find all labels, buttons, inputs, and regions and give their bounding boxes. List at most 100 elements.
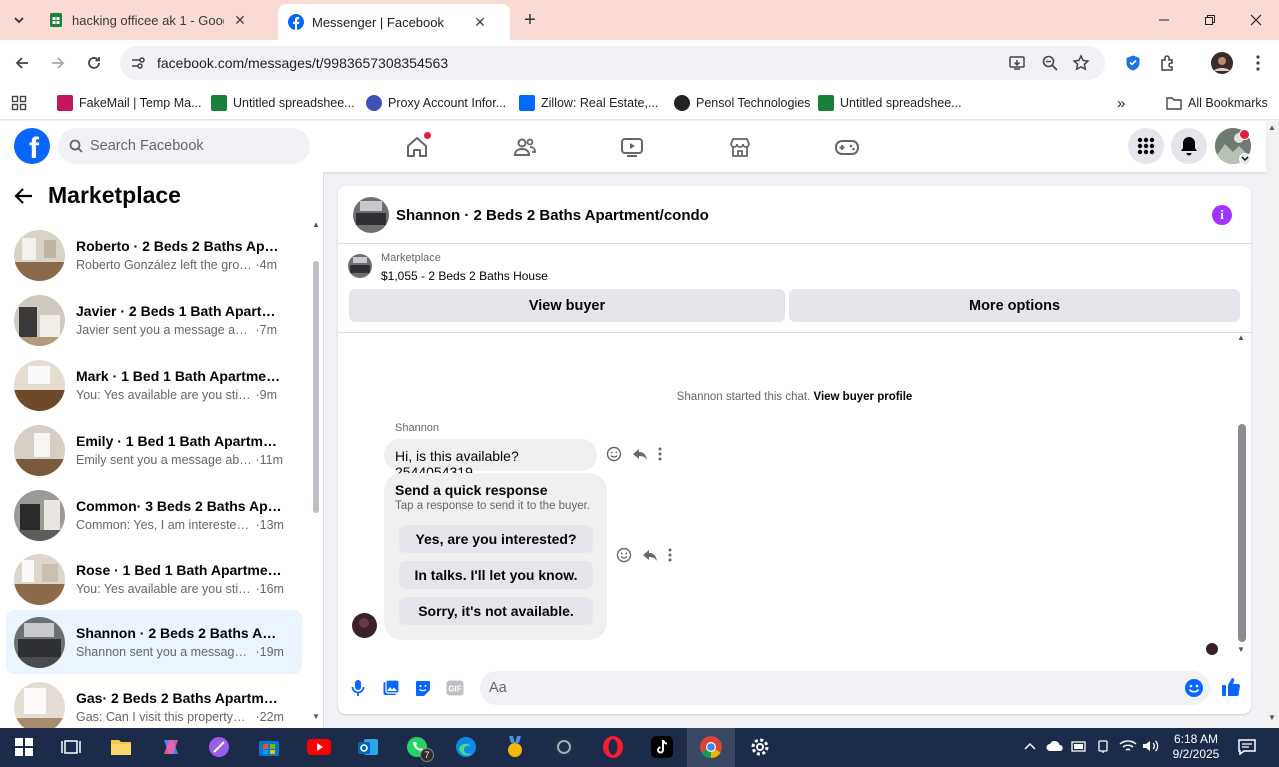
bookmark-pensol[interactable]: Pensol Technologies (674, 93, 810, 113)
all-bookmarks-button[interactable]: All Bookmarks (1166, 93, 1268, 113)
start-button[interactable] (11, 734, 37, 760)
minimize-button[interactable] (1141, 0, 1187, 40)
view-buyer-profile-link[interactable]: View buyer profile (813, 391, 912, 403)
volume-icon[interactable] (1142, 739, 1160, 753)
address-bar[interactable]: facebook.com/messages/t/9983657308354563 (120, 46, 1105, 80)
more-vertical-icon[interactable] (658, 447, 662, 461)
settings-button[interactable] (747, 734, 773, 760)
site-info-icon[interactable] (130, 55, 146, 71)
react-emoji-icon[interactable] (616, 547, 632, 563)
back-arrow-icon[interactable] (14, 187, 34, 205)
chrome-button-active[interactable] (687, 728, 735, 767)
emoji-icon[interactable] (1184, 678, 1204, 698)
sticker-icon[interactable] (412, 677, 434, 699)
conversation-item[interactable]: Mark · 1 Bed 1 Bath Apartment/... You: Ye… (6, 353, 302, 417)
bookmark-proxy-account[interactable]: Proxy Account Infor... (366, 93, 506, 113)
more-vertical-icon[interactable] (668, 548, 672, 562)
thread-scrollbar[interactable] (1238, 424, 1246, 642)
bookmark-zillow[interactable]: Zillow: Real Estate,... (519, 93, 658, 113)
scroll-up-arrow-icon[interactable]: ▲ (312, 220, 320, 229)
facebook-logo[interactable]: f (14, 128, 50, 164)
extensions-button[interactable] (1156, 51, 1180, 75)
task-view-button[interactable] (58, 734, 84, 760)
close-window-button[interactable] (1233, 0, 1279, 40)
conversation-item-selected[interactable]: Shannon · 2 Beds 2 Baths Apart... Shannon… (6, 610, 302, 674)
usb-icon[interactable] (1096, 739, 1110, 753)
conversation-item[interactable]: Gas· 2 Beds 2 Baths Apartment/... Gas: Ca… (6, 675, 302, 728)
medal-app-button[interactable] (502, 734, 528, 760)
onedrive-icon[interactable] (1046, 739, 1064, 753)
conversation-item[interactable]: Emily · 1 Bed 1 Bath Apartment/... Emily … (6, 418, 302, 482)
listing-price[interactable]: $1,055 - 2 Beds 2 Baths House (381, 269, 548, 283)
microsoft-store-button[interactable] (256, 734, 282, 760)
nav-gaming[interactable] (833, 133, 861, 161)
scroll-down-arrow-icon[interactable]: ▼ (1237, 645, 1245, 654)
notification-center-icon[interactable] (1238, 739, 1256, 755)
conversation-item[interactable]: Rose · 1 Bed 1 Bath Apartment/c... You: Y… (6, 547, 302, 611)
more-options-button[interactable]: More options (789, 289, 1240, 322)
app-button[interactable] (206, 734, 232, 760)
close-tab-icon[interactable]: ✕ (232, 12, 248, 28)
microphone-icon[interactable] (347, 677, 369, 699)
extension-shield-button[interactable] (1121, 51, 1145, 75)
message-input[interactable] (489, 680, 1169, 696)
zoom-icon[interactable] (1041, 54, 1059, 72)
thumbs-up-icon[interactable] (1220, 676, 1242, 698)
notifications-button[interactable] (1171, 128, 1207, 164)
conversation-item[interactable]: Javier · 2 Beds 1 Bath Apartment... Javie… (6, 288, 302, 352)
chevron-down-icon[interactable] (1239, 153, 1251, 165)
profile-avatar[interactable] (1210, 51, 1234, 75)
chat-title[interactable]: Shannon · 2 Beds 2 Baths Apartment/condo (396, 207, 709, 224)
apps-grid-icon[interactable] (11, 93, 27, 113)
forward-button[interactable] (46, 51, 70, 75)
info-icon[interactable]: i (1212, 205, 1232, 225)
close-tab-icon[interactable]: ✕ (472, 14, 488, 30)
chevron-up-icon[interactable] (1023, 739, 1037, 753)
scroll-up-arrow-icon[interactable]: ▲ (1237, 333, 1245, 342)
nav-marketplace[interactable] (726, 133, 754, 161)
tiktok-button[interactable] (649, 734, 675, 760)
quick-reply-button[interactable]: Sorry, it's not available. (399, 597, 593, 625)
edge-button[interactable] (453, 734, 479, 760)
quick-reply-button[interactable]: In talks. I'll let you know. (399, 561, 593, 589)
menu-button[interactable] (1128, 128, 1164, 164)
restore-button[interactable] (1187, 0, 1233, 40)
outlook-button[interactable] (355, 734, 381, 760)
install-app-icon[interactable] (1008, 54, 1026, 72)
view-buyer-button[interactable]: View buyer (349, 289, 785, 322)
bookmark-star-icon[interactable] (1072, 54, 1090, 72)
search-input[interactable] (90, 138, 290, 154)
system-clock[interactable]: 6:18 AM 9/2/2025 (1166, 732, 1226, 762)
sender-avatar[interactable] (352, 613, 377, 638)
react-emoji-icon[interactable] (606, 446, 622, 462)
page-scrollbar[interactable]: ▲ ▼ (1266, 121, 1279, 728)
quick-reply-button[interactable]: Yes, are you interested? (399, 525, 593, 553)
scroll-up-arrow-icon[interactable]: ▲ (1268, 123, 1276, 132)
opera-button[interactable] (600, 734, 626, 760)
scroll-down-arrow-icon[interactable]: ▼ (1268, 713, 1276, 722)
gif-icon[interactable]: GIF (444, 677, 466, 699)
scroll-down-arrow-icon[interactable]: ▼ (312, 712, 320, 721)
file-explorer-button[interactable] (108, 734, 134, 760)
browser-menu-button[interactable] (1246, 51, 1270, 75)
photo-icon[interactable] (380, 677, 402, 699)
facebook-search[interactable] (58, 128, 310, 164)
new-tab-button[interactable]: + (518, 8, 542, 32)
reply-icon[interactable] (632, 446, 648, 462)
reply-icon[interactable] (642, 547, 658, 563)
nav-home[interactable] (403, 131, 432, 161)
whatsapp-button[interactable]: 7 (404, 734, 434, 762)
conversation-item[interactable]: Roberto · 2 Beds 2 Baths Apart... Roberto… (6, 223, 302, 287)
bookmark-fakemail[interactable]: FakeMail | Temp Ma... (57, 93, 202, 113)
wifi-icon[interactable] (1119, 739, 1137, 753)
reload-button[interactable] (82, 51, 106, 75)
more-bookmarks-button[interactable]: » (1117, 93, 1125, 113)
tab-google-sheets[interactable]: hacking officee ak 1 - Google Sh ✕ (38, 4, 274, 36)
nav-friends[interactable] (511, 133, 539, 161)
tab-search-button[interactable] (6, 8, 32, 32)
back-button[interactable] (10, 51, 34, 75)
tab-messenger[interactable]: Messenger | Facebook ✕ (278, 4, 510, 40)
bookmark-untitled-spreadsheet-2[interactable]: Untitled spreadshee... (818, 93, 962, 113)
battery-device-icon[interactable] (1071, 739, 1087, 753)
youtube-button[interactable] (306, 734, 332, 760)
